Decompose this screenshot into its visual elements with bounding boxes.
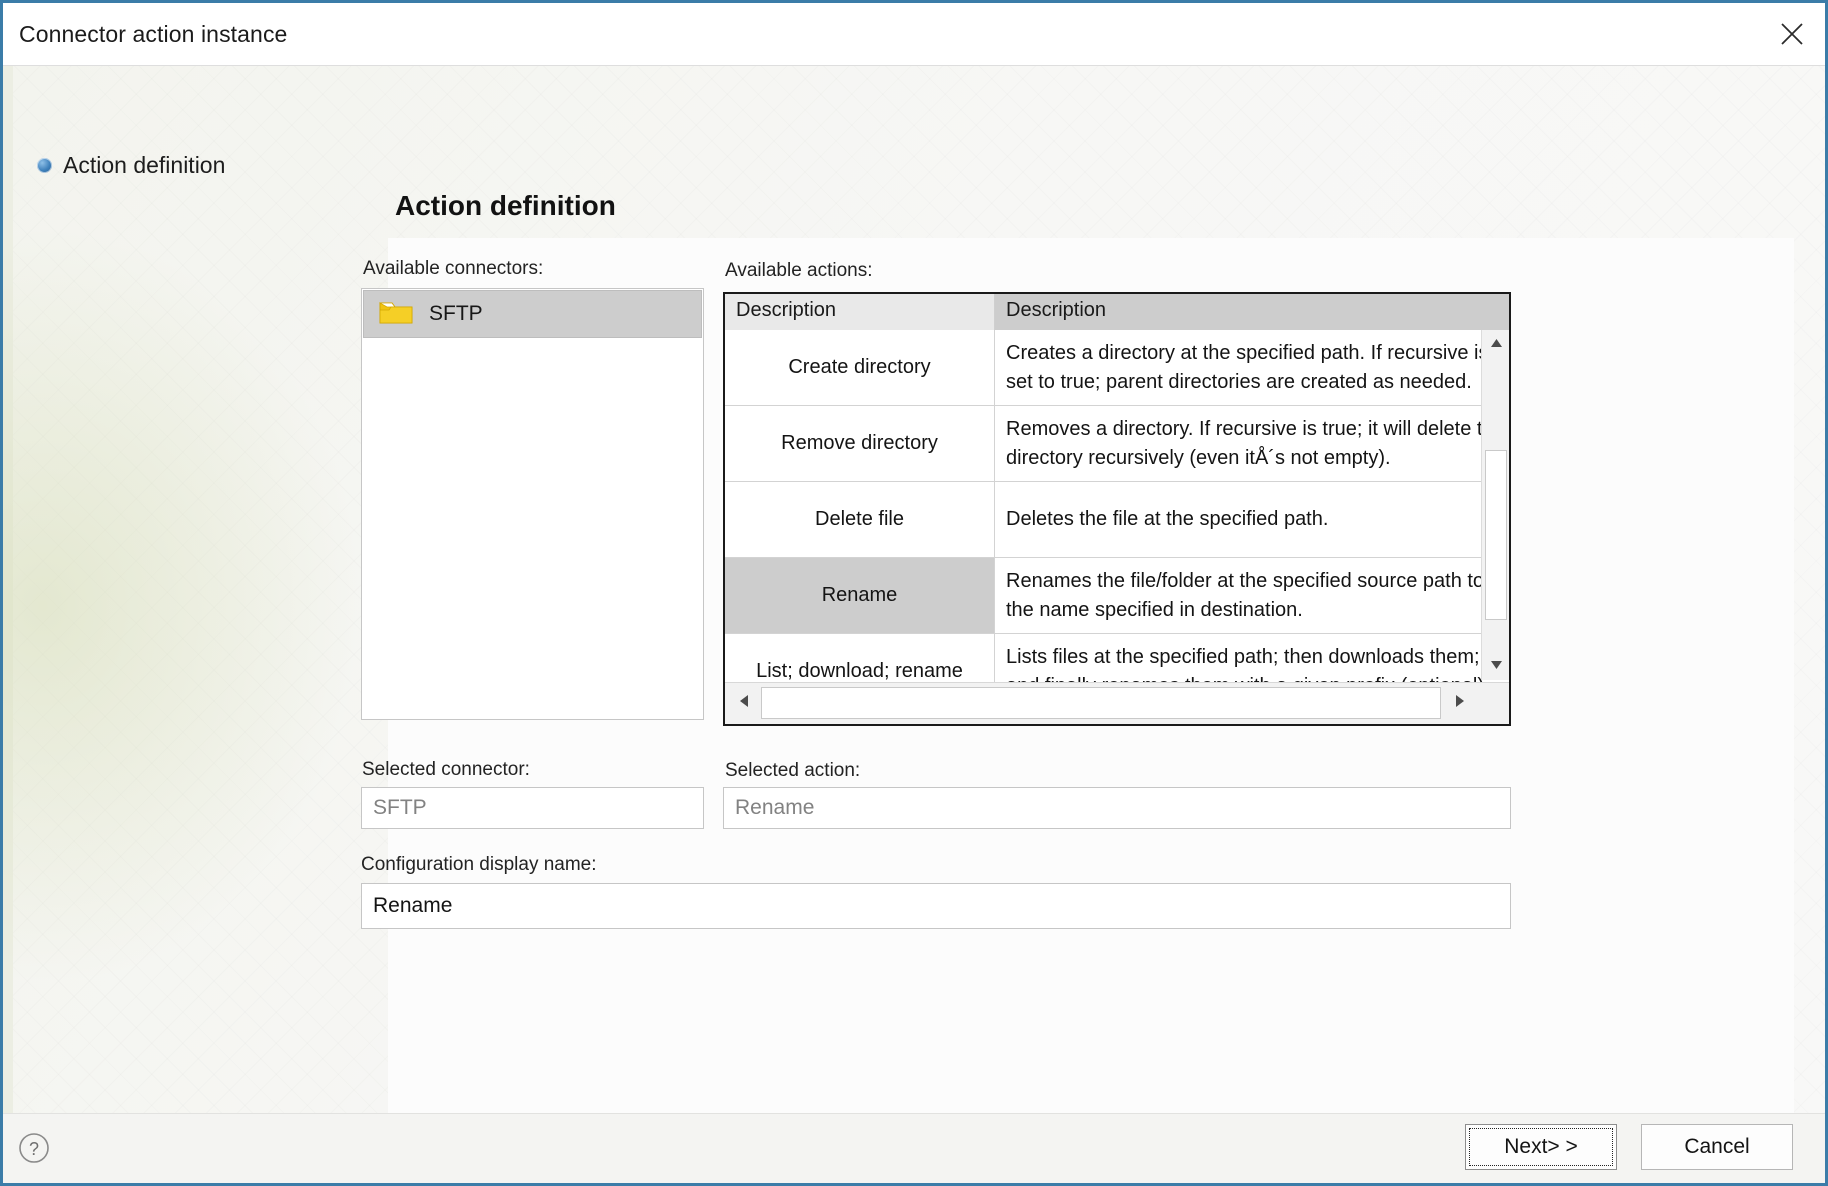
triangle-left-icon	[739, 694, 749, 713]
help-icon: ?	[17, 1133, 51, 1169]
title-bar: Connector action instance	[3, 3, 1825, 66]
table-row[interactable]: Remove directory Removes a directory. If…	[725, 406, 1509, 482]
folder-icon	[378, 298, 413, 330]
cell-action-description[interactable]: Deletes the file at the specified path.	[995, 482, 1509, 557]
table-row[interactable]: Delete file Deletes the file at the spec…	[725, 482, 1509, 558]
scroll-right-button[interactable]	[1445, 687, 1475, 719]
triangle-up-icon	[1490, 335, 1503, 353]
scroll-thumb[interactable]	[1485, 450, 1507, 620]
window-title: Connector action instance	[19, 21, 288, 47]
page-title: Action definition	[395, 190, 616, 221]
dialog-footer: ? Next> > Cancel	[3, 1113, 1825, 1183]
table-body: Create directory Creates a directory at …	[725, 330, 1509, 710]
available-connectors-label: Available connectors:	[363, 258, 544, 279]
scroll-up-button[interactable]	[1482, 330, 1509, 358]
connector-action-instance-dialog: Connector action instance Action definit…	[0, 0, 1828, 1186]
cell-action-name[interactable]: Rename	[725, 558, 995, 633]
table-header-row: Description Description	[725, 294, 1509, 330]
cell-action-name[interactable]: Remove directory	[725, 406, 995, 481]
close-button[interactable]	[1759, 3, 1825, 65]
configuration-display-name-label: Configuration display name:	[361, 854, 597, 875]
selected-action-field[interactable]: Rename	[723, 787, 1511, 829]
scroll-down-button[interactable]	[1482, 652, 1509, 680]
column-header-description[interactable]: Description	[995, 294, 1509, 330]
table-row[interactable]: Create directory Creates a directory at …	[725, 330, 1509, 406]
sidebar-item-action-definition[interactable]: Action definition	[37, 152, 327, 179]
triangle-right-icon	[1455, 694, 1465, 713]
sidebar-item-label: Action definition	[63, 152, 226, 178]
next-button-label: Next> >	[1504, 1135, 1578, 1158]
cell-action-description[interactable]: Renames the file/folder at the specified…	[995, 558, 1509, 633]
scrollbar-corner	[1479, 683, 1509, 724]
available-connectors-list[interactable]: SFTP	[361, 288, 704, 720]
next-button[interactable]: Next> >	[1465, 1124, 1617, 1170]
table-horizontal-scrollbar[interactable]	[725, 682, 1509, 724]
available-actions-label: Available actions:	[725, 260, 873, 281]
scroll-left-button[interactable]	[729, 687, 759, 719]
cell-action-description[interactable]: Removes a directory. If recursive is tru…	[995, 406, 1509, 481]
cell-action-name[interactable]: Delete file	[725, 482, 995, 557]
left-edge-stripe	[3, 66, 13, 1113]
help-button[interactable]: ?	[17, 1131, 51, 1165]
wizard-step-nav: Action definition	[37, 152, 327, 179]
background-wash	[3, 226, 363, 986]
table-row-selected[interactable]: Rename Renames the file/folder at the sp…	[725, 558, 1509, 634]
list-item-sftp[interactable]: SFTP	[363, 290, 702, 338]
cell-action-description[interactable]: Creates a directory at the specified pat…	[995, 330, 1509, 405]
action-definition-panel: Available connectors: SFTP Available act…	[361, 238, 1794, 1113]
cancel-button[interactable]: Cancel	[1641, 1124, 1793, 1170]
close-icon	[1779, 21, 1805, 47]
cell-action-name[interactable]: Create directory	[725, 330, 995, 405]
selected-action-label: Selected action:	[725, 760, 861, 781]
available-actions-table[interactable]: Description Description Create directory…	[723, 292, 1511, 726]
list-item-label: SFTP	[429, 302, 483, 325]
configuration-display-name-input[interactable]: Rename	[361, 883, 1511, 929]
table-vertical-scrollbar[interactable]	[1481, 330, 1509, 680]
svg-text:?: ?	[29, 1139, 39, 1159]
triangle-down-icon	[1490, 657, 1503, 675]
selected-connector-label: Selected connector:	[362, 759, 530, 780]
scroll-thumb-horizontal[interactable]	[761, 687, 1441, 719]
selected-connector-field[interactable]: SFTP	[361, 787, 704, 829]
cancel-button-label: Cancel	[1684, 1135, 1750, 1158]
dialog-body: Action definition Action definition Avai…	[3, 66, 1825, 1113]
bullet-icon	[37, 158, 52, 173]
column-header-name[interactable]: Description	[725, 294, 995, 330]
